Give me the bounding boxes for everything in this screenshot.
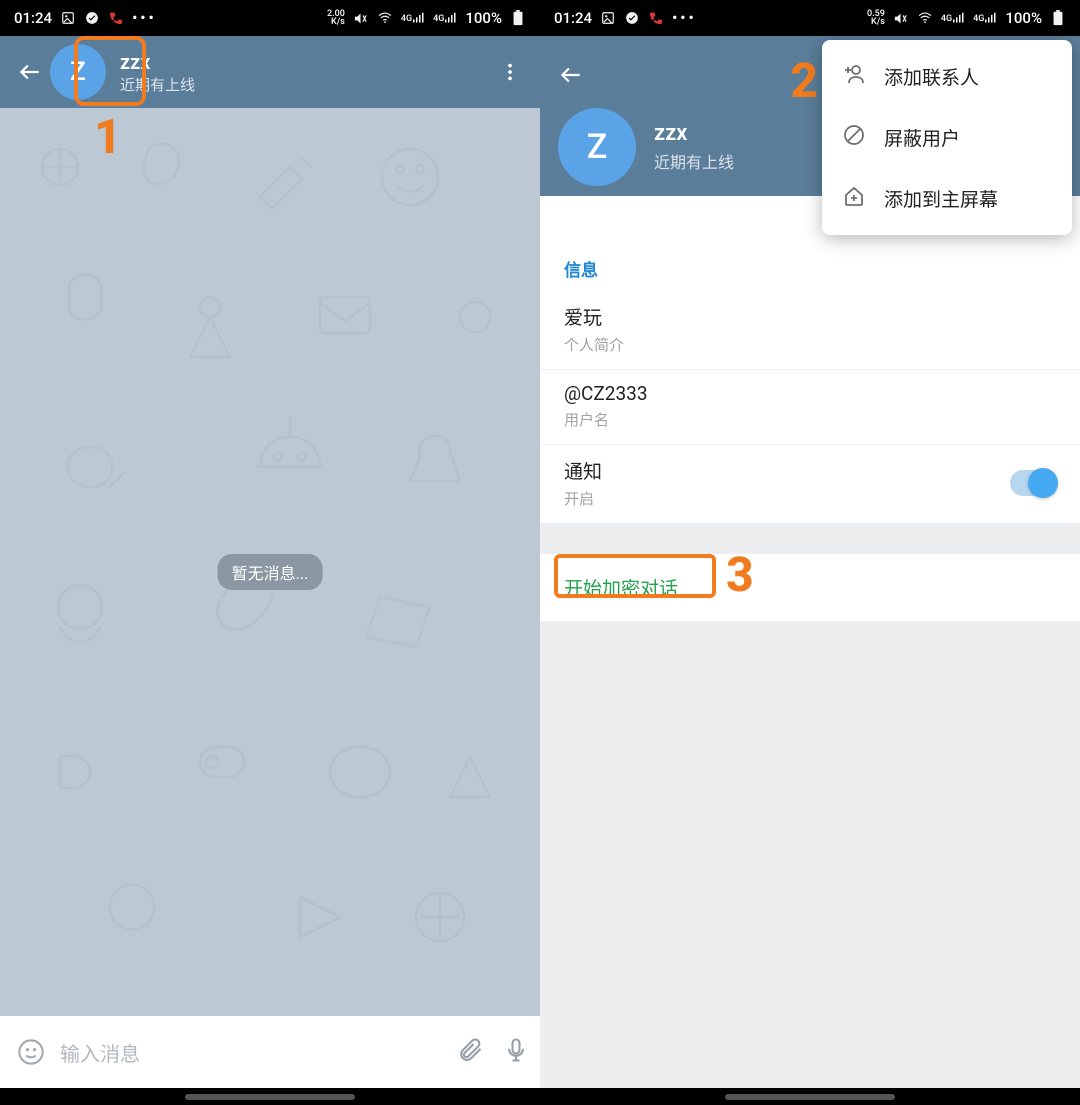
profile-header[interactable]: Z zzx 近期有上线 [558, 108, 734, 186]
menu-add-home-label: 添加到主屏幕 [884, 185, 998, 212]
profile-screen: 01:24 ••• 0.59K/s [540, 0, 1080, 1105]
menu-add-home[interactable]: 添加到主屏幕 [822, 168, 1072, 229]
start-secret-chat-row[interactable]: 开始加密对话 [540, 554, 1080, 621]
signal-4g-icon-sim2: 4G [433, 12, 457, 24]
menu-block-user-label: 屏蔽用户 [884, 124, 960, 151]
username-row[interactable]: @CZ2333 用户名 [540, 370, 1080, 445]
home-add-icon [842, 184, 866, 213]
notify-state: 开启 [564, 488, 602, 509]
message-input[interactable]: 输入消息 [60, 1030, 448, 1074]
bio-row[interactable]: 爱玩 个人简介 [540, 291, 1080, 370]
signal-4g-icon: 4G [941, 12, 965, 24]
notifications-toggle[interactable] [1010, 470, 1056, 496]
data-rate: 2.00K/s [327, 10, 345, 26]
username-value: @CZ2333 [564, 382, 1056, 405]
back-button[interactable] [10, 52, 50, 92]
mic-button[interactable] [502, 1036, 530, 1068]
contact-name: zzx [120, 50, 195, 74]
more-icon: ••• [132, 9, 157, 27]
status-bar: 01:24 ••• 0.59K/s [540, 0, 1080, 36]
status-time: 01:24 [14, 9, 52, 27]
android-navbar [0, 1088, 540, 1105]
battery-icon [1050, 10, 1066, 26]
contact-presence: 近期有上线 [120, 76, 195, 94]
mute-icon [893, 10, 909, 26]
contact-name: zzx [654, 121, 734, 146]
signal-4g-icon-sim2: 4G [973, 12, 997, 24]
block-icon [842, 123, 866, 152]
notify-title: 通知 [564, 457, 602, 484]
battery-text: 100% [465, 9, 502, 27]
check-icon [84, 10, 100, 26]
contact-name-block[interactable]: zzx 近期有上线 [120, 50, 195, 94]
message-input-placeholder: 输入消息 [60, 1038, 140, 1067]
chat-body[interactable]: 暂无消息... [0, 108, 540, 1016]
status-time: 01:24 [554, 9, 592, 27]
wifi-icon [377, 10, 393, 26]
add-person-icon [842, 62, 866, 91]
menu-add-contact-label: 添加联系人 [884, 63, 979, 90]
bio-value: 爱玩 [564, 303, 1056, 330]
status-bar: 01:24 ••• 2.00K/s [0, 0, 540, 36]
check-icon [624, 10, 640, 26]
image-icon [600, 10, 616, 26]
contact-avatar[interactable]: Z [558, 108, 636, 186]
signal-4g-icon: 4G [401, 12, 425, 24]
contact-presence: 近期有上线 [654, 149, 734, 173]
android-navbar [540, 1088, 1080, 1105]
image-icon [60, 10, 76, 26]
options-menu: 添加联系人 屏蔽用户 添加到主屏幕 [822, 40, 1072, 235]
data-rate: 0.59K/s [867, 10, 885, 26]
back-button[interactable] [550, 54, 592, 96]
contact-avatar[interactable]: Z [50, 44, 106, 100]
empty-state-pill: 暂无消息... [218, 554, 323, 590]
chat-input-bar: 输入消息 [0, 1016, 540, 1088]
info-section-title: 信息 [540, 236, 1080, 291]
menu-block-user[interactable]: 屏蔽用户 [822, 107, 1072, 168]
start-secret-chat-label: 开始加密对话 [564, 577, 678, 600]
battery-icon [510, 10, 526, 26]
mute-icon [353, 10, 369, 26]
notifications-row[interactable]: 通知 开启 [540, 445, 1080, 523]
emoji-button[interactable] [10, 1031, 52, 1073]
chat-header: Z zzx 近期有上线 [0, 36, 540, 108]
more-button[interactable] [490, 52, 530, 92]
battery-text: 100% [1005, 9, 1042, 27]
username-label: 用户名 [564, 409, 1056, 430]
more-icon: ••• [672, 9, 697, 27]
wifi-icon [917, 10, 933, 26]
chat-screen: 01:24 ••• 2.00K/s [0, 0, 540, 1105]
menu-add-contact[interactable]: 添加联系人 [822, 46, 1072, 107]
bio-label: 个人简介 [564, 334, 1056, 355]
phone-off-icon [648, 10, 664, 26]
attach-button[interactable] [456, 1036, 484, 1068]
phone-off-icon [108, 10, 124, 26]
